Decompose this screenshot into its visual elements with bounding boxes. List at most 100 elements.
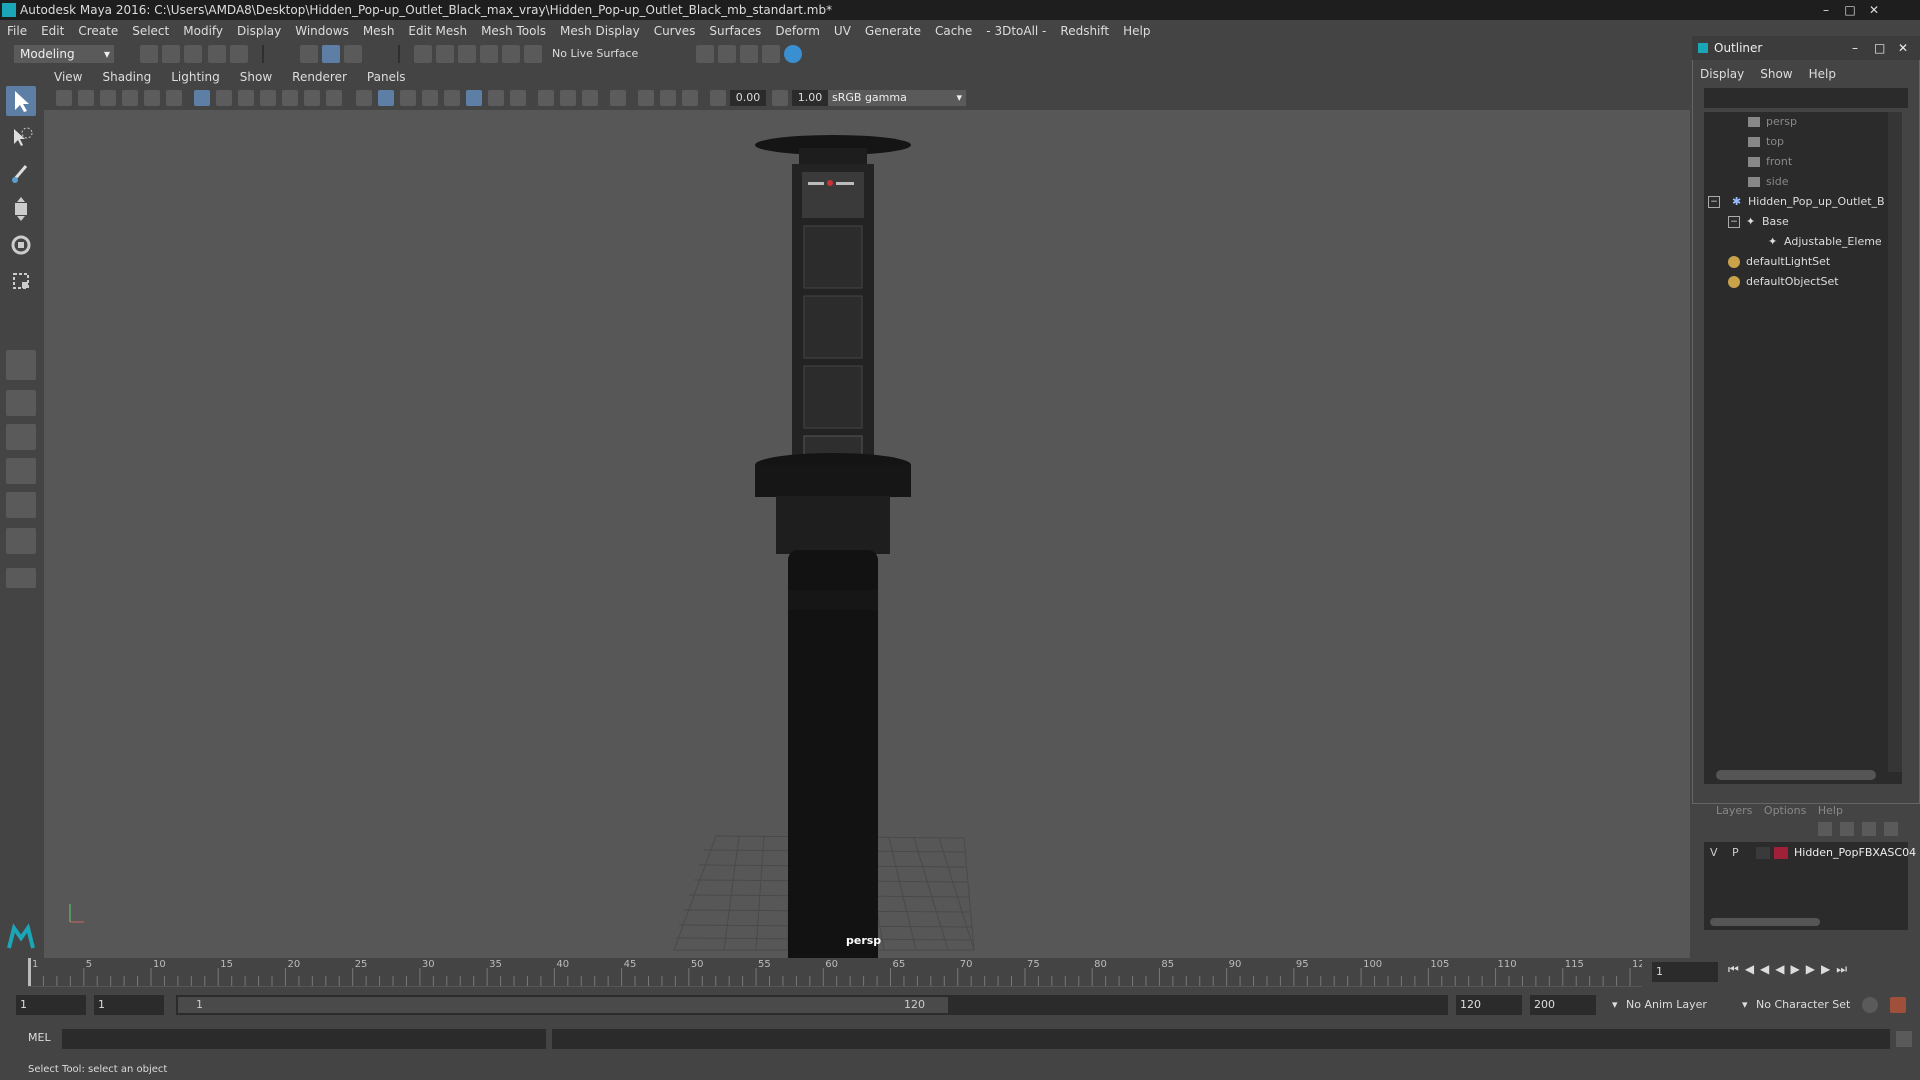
- safe-action-icon[interactable]: [304, 90, 320, 106]
- layer-horizontal-scrollbar[interactable]: [1710, 918, 1820, 926]
- step-forward-frame-icon[interactable]: ▶: [1806, 962, 1821, 976]
- command-language-label[interactable]: MEL: [28, 1031, 51, 1044]
- outliner-close-icon[interactable]: ✕: [1898, 36, 1908, 60]
- select-tool-icon[interactable]: [6, 86, 36, 116]
- time-ruler[interactable]: 1 5 10 15 20 25 30 35 40 45 50 55 60 65 70 75 80 85 90 95 10…: [28, 958, 1651, 987]
- undo-icon[interactable]: [208, 45, 226, 63]
- camera-select-icon[interactable]: [56, 90, 72, 106]
- symmetry-icon[interactable]: [524, 45, 542, 63]
- go-to-end-icon[interactable]: ⏭: [1836, 962, 1853, 976]
- outliner-vertical-scrollbar[interactable]: [1888, 112, 1902, 772]
- menu-select[interactable]: Select: [125, 24, 176, 38]
- layout-hypershade-icon[interactable]: [6, 528, 36, 554]
- new-layer-selected-icon[interactable]: [1884, 822, 1898, 836]
- animation-start-field[interactable]: 1: [16, 995, 86, 1015]
- camera-attributes-icon[interactable]: [78, 90, 94, 106]
- snap-view-plane-icon[interactable]: [480, 45, 498, 63]
- new-layer-icon[interactable]: [1862, 822, 1876, 836]
- perspective-viewport[interactable]: [44, 110, 1690, 1028]
- outliner-search-input[interactable]: [1704, 88, 1908, 108]
- depth-of-field-icon[interactable]: [582, 90, 598, 106]
- menu-edit[interactable]: Edit: [34, 24, 71, 38]
- use-all-lights-icon[interactable]: [466, 90, 482, 106]
- isolate-select-icon[interactable]: [610, 90, 626, 106]
- play-back-icon[interactable]: ◀: [1775, 962, 1790, 976]
- auto-key-icon[interactable]: [1862, 997, 1878, 1013]
- play-forward-icon[interactable]: ▶: [1791, 962, 1806, 976]
- menu-3dtoall[interactable]: - 3DtoAll -: [979, 24, 1053, 38]
- menu-mesh[interactable]: Mesh: [356, 24, 402, 38]
- hypershade-icon[interactable]: [784, 45, 802, 63]
- resolution-gate-icon[interactable]: [238, 90, 254, 106]
- ipr-render-icon[interactable]: [740, 45, 758, 63]
- menu-redshift[interactable]: Redshift: [1053, 24, 1116, 38]
- bookmark-icon[interactable]: [100, 90, 116, 106]
- anim-layer-dropdown[interactable]: No Anim Layer ▾: [1608, 995, 1738, 1015]
- layout-outliner-icon[interactable]: [6, 458, 36, 484]
- current-time-indicator[interactable]: [28, 958, 31, 986]
- image-plane-icon[interactable]: [122, 90, 138, 106]
- outliner-horizontal-scrollbar[interactable]: [1716, 770, 1876, 780]
- render-view-icon[interactable]: [696, 45, 714, 63]
- select-hierarchy-icon[interactable]: [300, 45, 318, 63]
- outliner-menu-help[interactable]: Help: [1801, 67, 1844, 81]
- multisample-aa-icon[interactable]: [560, 90, 576, 106]
- snap-point-icon[interactable]: [458, 45, 476, 63]
- menu-mesh-display[interactable]: Mesh Display: [553, 24, 647, 38]
- layers-menu-options[interactable]: Options: [1764, 804, 1806, 817]
- menu-curves[interactable]: Curves: [647, 24, 703, 38]
- playback-end-field[interactable]: 120: [1456, 995, 1522, 1015]
- step-back-key-icon[interactable]: ◀: [1745, 962, 1760, 976]
- select-object-icon[interactable]: [322, 45, 340, 63]
- layout-four-icon[interactable]: [6, 390, 36, 416]
- layer-color-swatch[interactable]: [1774, 847, 1788, 859]
- go-to-start-icon[interactable]: ⏮: [1728, 962, 1745, 976]
- layout-more-icon[interactable]: [6, 568, 36, 588]
- wireframe-icon[interactable]: [356, 90, 372, 106]
- menu-mesh-tools[interactable]: Mesh Tools: [474, 24, 553, 38]
- collapse-icon[interactable]: −: [1728, 216, 1740, 228]
- gamma-field[interactable]: 1.00: [792, 90, 828, 106]
- layer-row[interactable]: V P Hidden_PopFBXASC04: [1704, 844, 1916, 862]
- playback-start-field[interactable]: 1: [94, 995, 164, 1015]
- layout-graph-icon[interactable]: [6, 492, 36, 518]
- live-surface-label[interactable]: No Live Surface: [552, 45, 642, 63]
- paint-select-icon[interactable]: [6, 158, 36, 188]
- safe-title-icon[interactable]: [326, 90, 342, 106]
- use-default-material-icon[interactable]: [400, 90, 416, 106]
- 2d-pan-zoom-icon[interactable]: [144, 90, 160, 106]
- maya-home-icon[interactable]: [6, 922, 36, 952]
- smooth-shade-icon[interactable]: [378, 90, 394, 106]
- range-slider[interactable]: 1 120: [176, 995, 1448, 1015]
- menu-windows[interactable]: Windows: [288, 24, 356, 38]
- xray-joints-icon[interactable]: [682, 90, 698, 106]
- viewport-menu-shading[interactable]: Shading: [92, 70, 161, 84]
- move-tool-icon[interactable]: [6, 194, 36, 224]
- screen-space-ao-icon[interactable]: [510, 90, 526, 106]
- shadows-icon[interactable]: [488, 90, 504, 106]
- render-frame-icon[interactable]: [718, 45, 736, 63]
- film-gate-icon[interactable]: [216, 90, 232, 106]
- snap-grid-icon[interactable]: [414, 45, 432, 63]
- layer-visibility-toggle[interactable]: V: [1710, 844, 1718, 862]
- outliner-menu-display[interactable]: Display: [1692, 67, 1752, 81]
- lasso-tool-icon[interactable]: [6, 122, 36, 152]
- save-scene-icon[interactable]: [184, 45, 202, 63]
- layout-side-by-side-icon[interactable]: [6, 424, 36, 450]
- textured-icon[interactable]: [444, 90, 460, 106]
- layout-single-icon[interactable]: [6, 350, 36, 380]
- time-slider[interactable]: 1 5 10 15 20 25 30 35 40 45 50 55 60 65 70 75 80 85 90 95 10…: [0, 958, 1920, 990]
- collapse-icon[interactable]: −: [1708, 196, 1720, 208]
- grease-pencil-icon[interactable]: [166, 90, 182, 106]
- outliner-maximize-icon[interactable]: □: [1874, 36, 1885, 60]
- menu-deform[interactable]: Deform: [768, 24, 827, 38]
- select-component-icon[interactable]: [344, 45, 362, 63]
- character-set-dropdown[interactable]: No Character Set ▾: [1742, 995, 1868, 1015]
- xray-active-components-icon[interactable]: [660, 90, 676, 106]
- menu-edit-mesh[interactable]: Edit Mesh: [401, 24, 474, 38]
- menu-create[interactable]: Create: [71, 24, 125, 38]
- viewport-menu-lighting[interactable]: Lighting: [161, 70, 230, 84]
- outliner-minimize-icon[interactable]: –: [1852, 36, 1858, 60]
- close-icon[interactable]: ✕: [1862, 0, 1886, 20]
- current-frame-field[interactable]: 1: [1652, 962, 1718, 982]
